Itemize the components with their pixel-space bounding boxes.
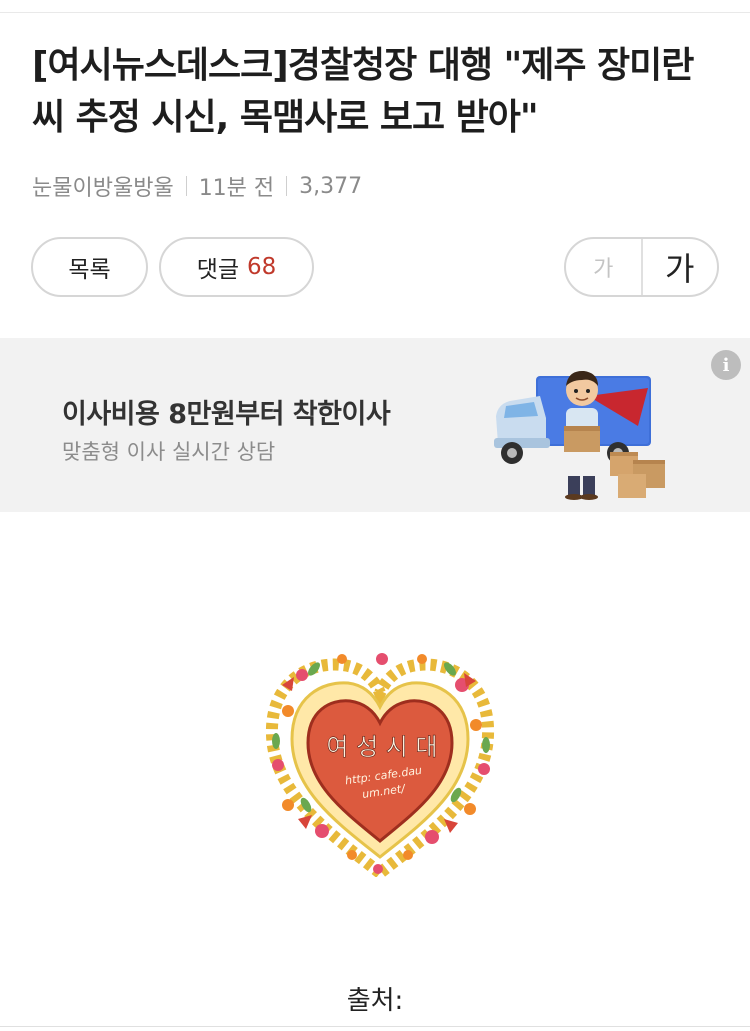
list-button-label: 목록 xyxy=(68,257,111,283)
meta-separator xyxy=(286,176,288,196)
article-meta: 눈물이방울방울 11분 전 3,377 xyxy=(32,170,362,202)
author-name[interactable]: 눈물이방울방울 xyxy=(32,170,174,202)
view-count: 3,377 xyxy=(299,173,363,199)
meta-separator xyxy=(185,176,187,196)
moving-truck-illustration xyxy=(494,370,665,500)
ad-banner[interactable]: 이사비용 8만원부터 착한이사 맞춤형 이사 실시간 상담 i xyxy=(0,338,750,512)
list-button[interactable]: 목록 xyxy=(31,237,148,297)
top-divider xyxy=(0,12,750,13)
ad-subtitle: 맞춤형 이사 실시간 상담 xyxy=(62,440,276,464)
comment-button-label: 댓글 xyxy=(196,257,240,283)
svg-text:여 성 시 대: 여 성 시 대 xyxy=(326,733,437,761)
article-title: [여시뉴스데스크]경찰청장 대행 "제주 장미란씨 추정 시신, 목맴사로 보고… xyxy=(32,45,694,138)
comment-count: 68 xyxy=(247,254,277,280)
yeoseong-sidae-logo: 여 성 시 대 http: cafe.dau um.net/ xyxy=(265,653,495,877)
font-size-toggle: 가 가 xyxy=(564,237,719,297)
font-larger-button[interactable]: 가 xyxy=(643,239,718,295)
source-label: 출처: xyxy=(346,986,404,1016)
bottom-divider xyxy=(0,1026,750,1027)
info-icon[interactable]: i xyxy=(711,350,741,380)
post-time: 11분 전 xyxy=(198,176,275,201)
ad-title: 이사비용 8만원부터 착한이사 xyxy=(62,399,391,430)
font-smaller-button[interactable]: 가 xyxy=(566,239,643,295)
comment-button[interactable]: 댓글 68 xyxy=(159,237,314,297)
